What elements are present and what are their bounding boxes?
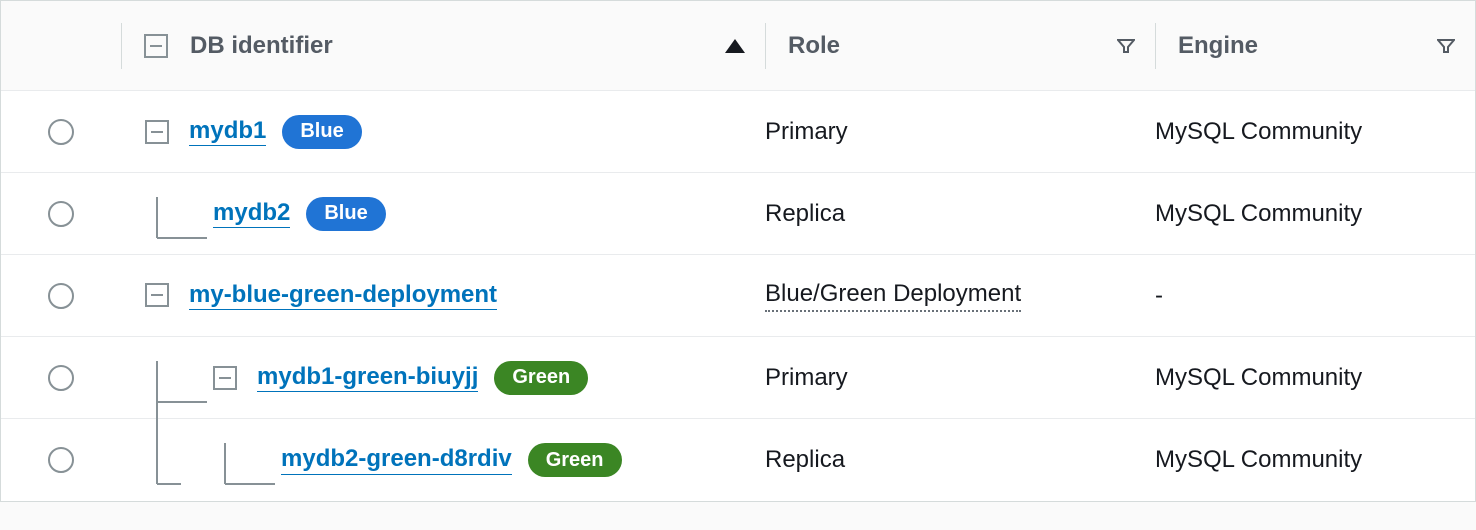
role-value: Replica bbox=[765, 200, 845, 228]
column-divider bbox=[765, 23, 766, 69]
row-select[interactable] bbox=[1, 447, 121, 473]
radio-icon bbox=[48, 119, 74, 145]
db-identifier-link[interactable]: mydb1 bbox=[189, 117, 266, 147]
row-select[interactable] bbox=[1, 365, 121, 391]
column-header-db[interactable]: DB identifier bbox=[121, 23, 765, 69]
sort-ascending-icon bbox=[725, 39, 745, 53]
column-divider bbox=[121, 23, 122, 69]
role-value: Primary bbox=[765, 118, 848, 146]
column-header-engine[interactable]: Engine bbox=[1155, 23, 1475, 69]
collapse-row-icon[interactable] bbox=[213, 366, 237, 390]
env-badge-blue: Blue bbox=[282, 115, 361, 149]
env-badge-blue: Blue bbox=[306, 197, 385, 231]
db-identifier-link[interactable]: mydb2-green-d8rdiv bbox=[281, 445, 512, 475]
role-value[interactable]: Blue/Green Deployment bbox=[765, 280, 1021, 312]
table-row: my-blue-green-deployment Blue/Green Depl… bbox=[1, 255, 1475, 337]
env-badge-green: Green bbox=[494, 361, 588, 395]
row-select[interactable] bbox=[1, 283, 121, 309]
table-row: mydb1 Blue Primary MySQL Community bbox=[1, 91, 1475, 173]
engine-value: MySQL Community bbox=[1155, 200, 1362, 228]
collapse-all-icon[interactable] bbox=[144, 34, 168, 58]
engine-value: - bbox=[1155, 282, 1163, 310]
radio-icon bbox=[48, 283, 74, 309]
db-identifier-link[interactable]: my-blue-green-deployment bbox=[189, 281, 497, 311]
engine-value: MySQL Community bbox=[1155, 446, 1362, 474]
db-identifier-link[interactable]: mydb1-green-biuyjj bbox=[257, 363, 478, 393]
engine-value: MySQL Community bbox=[1155, 364, 1362, 392]
column-header-role[interactable]: Role bbox=[765, 23, 1155, 69]
filter-icon bbox=[1117, 39, 1135, 53]
env-badge-green: Green bbox=[528, 443, 622, 477]
role-value: Replica bbox=[765, 446, 845, 474]
radio-icon bbox=[48, 201, 74, 227]
column-label-engine: Engine bbox=[1178, 32, 1258, 60]
db-identifier-link[interactable]: mydb2 bbox=[213, 199, 290, 229]
row-select[interactable] bbox=[1, 201, 121, 227]
table-row: mydb2 Blue Replica MySQL Community bbox=[1, 173, 1475, 255]
db-table: DB identifier Role Engine bbox=[0, 0, 1476, 502]
engine-value: MySQL Community bbox=[1155, 118, 1362, 146]
tree-connector bbox=[121, 443, 281, 525]
collapse-row-icon[interactable] bbox=[145, 283, 169, 307]
filter-icon bbox=[1437, 39, 1455, 53]
row-select[interactable] bbox=[1, 119, 121, 145]
table-row: mydb2-green-d8rdiv Green Replica MySQL C… bbox=[1, 419, 1475, 501]
radio-icon bbox=[48, 365, 74, 391]
column-label-role: Role bbox=[788, 32, 840, 60]
collapse-row-icon[interactable] bbox=[145, 120, 169, 144]
table-row: mydb1-green-biuyjj Green Primary MySQL C… bbox=[1, 337, 1475, 419]
role-value: Primary bbox=[765, 364, 848, 392]
table-header-row: DB identifier Role Engine bbox=[1, 1, 1475, 91]
radio-icon bbox=[48, 447, 74, 473]
column-label-db: DB identifier bbox=[190, 32, 333, 60]
column-divider bbox=[1155, 23, 1156, 69]
